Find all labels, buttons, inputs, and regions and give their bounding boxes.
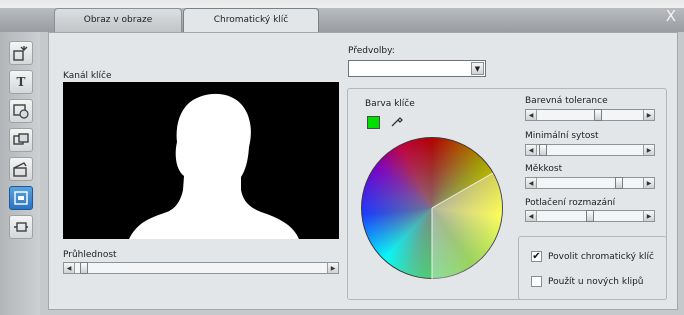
picture-in-picture-icon [14, 191, 28, 205]
key-channel-label: Kanál klíče [63, 71, 112, 81]
key-color-label: Barva klíče [365, 99, 415, 109]
color-tolerance-label: Barevná tolerance [525, 96, 608, 106]
disc-menu-icon [13, 104, 29, 119]
slider-thumb[interactable] [586, 210, 594, 222]
minimum-saturation-label: Minimální sytost [525, 131, 599, 141]
color-tolerance-slider[interactable]: ◀ ▶ [525, 109, 655, 121]
slider-right-arrow-icon[interactable]: ▶ [643, 211, 654, 221]
slider-left-arrow-icon[interactable]: ◀ [526, 211, 537, 221]
video-effects-icon [13, 46, 28, 61]
transparency-label: Průhlednost [63, 250, 117, 260]
chevron-down-icon[interactable]: ▼ [471, 62, 484, 75]
slider-left-arrow-icon[interactable]: ◀ [526, 145, 537, 155]
transparency-slider[interactable]: ◀ ▶ [63, 262, 339, 274]
transition-icon [13, 133, 29, 145]
slider-left-arrow-icon[interactable]: ◀ [526, 110, 537, 120]
picture-in-picture-button[interactable] [9, 186, 33, 210]
silhouette-image [129, 93, 299, 239]
audio-button[interactable] [9, 215, 33, 239]
softness-slider[interactable]: ◀ ▶ [525, 177, 655, 189]
apply-to-new-clips-checkbox[interactable] [531, 276, 542, 287]
slider-left-arrow-icon[interactable]: ◀ [64, 263, 75, 273]
blur-suppression-slider[interactable]: ◀ ▶ [525, 210, 655, 222]
softness-label: Měkkost [525, 164, 563, 174]
apply-to-new-clips-label[interactable]: Použít u nových klipů [548, 277, 644, 287]
key-color-swatch[interactable] [367, 116, 380, 129]
blur-suppression-label: Potlačení rozmazání [525, 198, 616, 208]
slider-right-arrow-icon[interactable]: ▶ [643, 178, 654, 188]
sound-effects-icon [13, 162, 27, 177]
close-icon[interactable]: X [666, 9, 676, 24]
tab-picture-in-picture[interactable]: Obraz v obraze [54, 8, 182, 32]
options-group [518, 236, 667, 300]
disc-menu-button[interactable] [9, 99, 33, 123]
key-channel-preview [63, 82, 339, 239]
presets-dropdown[interactable]: ▼ [348, 60, 486, 77]
enable-chroma-key-checkbox[interactable]: ✔ [531, 251, 542, 262]
slider-right-arrow-icon[interactable]: ▶ [327, 263, 338, 273]
slider-thumb[interactable] [593, 109, 602, 121]
slider-thumb[interactable] [615, 177, 624, 189]
slider-left-arrow-icon[interactable]: ◀ [526, 178, 537, 188]
eyedropper-icon[interactable] [390, 114, 404, 128]
audio-icon [14, 222, 28, 232]
title-icon: T [16, 75, 26, 89]
slider-thumb[interactable] [538, 144, 547, 156]
minimum-saturation-slider[interactable]: ◀ ▶ [525, 144, 655, 156]
slider-right-arrow-icon[interactable]: ▶ [643, 110, 654, 120]
color-wheel-selection [431, 172, 503, 279]
sound-effects-button[interactable] [9, 157, 33, 181]
transition-button[interactable] [9, 128, 33, 152]
enable-chroma-key-label[interactable]: Povolit chromatický klíč [548, 252, 654, 262]
slider-right-arrow-icon[interactable]: ▶ [643, 145, 654, 155]
slider-thumb[interactable] [79, 262, 88, 274]
presets-label: Předvolby: [348, 46, 395, 56]
title-button[interactable]: T [9, 70, 33, 94]
video-effects-button[interactable] [9, 41, 33, 65]
tab-chroma-key[interactable]: Chromatický klíč [183, 8, 319, 33]
